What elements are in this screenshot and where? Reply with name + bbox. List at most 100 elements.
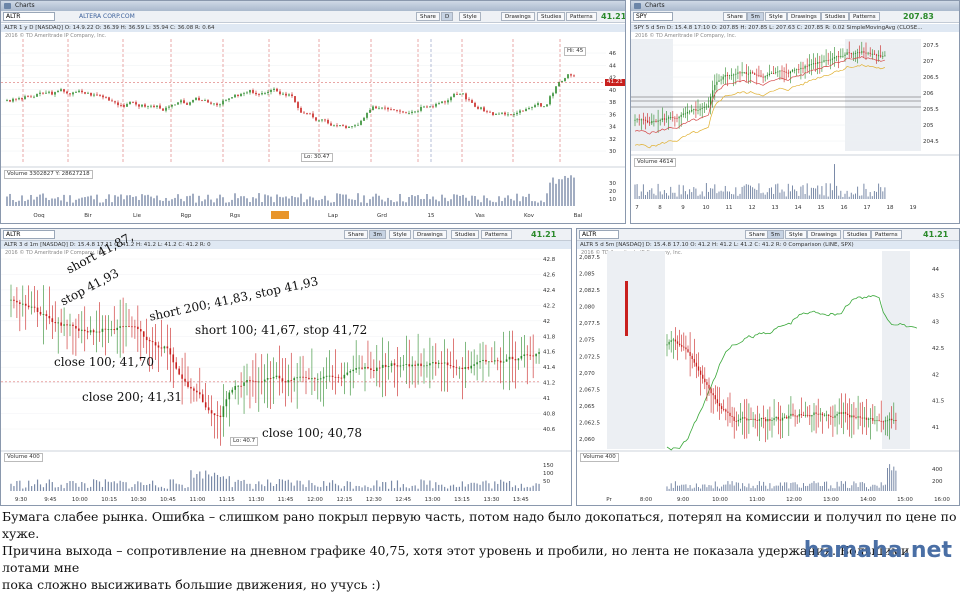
spy-candle (875, 54, 878, 56)
right-y-tick-label: 43 (932, 320, 939, 326)
spy-price-chart[interactable]: 207.5 207 206.5 206 205.5 205 204.5 7 8 9 10 11 12 13… (631, 1, 960, 224)
volume-bar (154, 485, 157, 491)
spy-candle (781, 70, 783, 72)
spy-candle (697, 110, 699, 112)
volume-bar (149, 483, 151, 491)
x-tick-label: 16:00 (934, 497, 950, 503)
premarket-shade (631, 39, 673, 151)
x-tick-label: 8 (658, 205, 662, 211)
daily-candle (312, 113, 314, 118)
volume-bar (823, 195, 825, 199)
volume-bar (507, 195, 509, 206)
volume-bar (567, 177, 569, 206)
volume-bar (848, 196, 850, 199)
volume-bar (417, 488, 419, 491)
x-tick-label: 13:30 (483, 497, 499, 503)
volume-bar (366, 202, 368, 206)
x-tick-label: 12:45 (395, 497, 411, 503)
spy-candle (823, 60, 825, 62)
volume-bar (668, 195, 670, 199)
volume-bar (19, 480, 21, 491)
volume-bar (642, 184, 644, 199)
volume-bar (766, 192, 768, 199)
volume-label: Volume 3302827 Y: 28627218 (4, 170, 93, 179)
volume-bar (857, 487, 859, 491)
volume-bar (676, 196, 678, 199)
altr-5m-candle (836, 413, 838, 416)
altr-5m-candle (865, 417, 868, 420)
volume-bar (357, 193, 359, 206)
volume-bar (868, 488, 870, 491)
volume-bar (869, 192, 871, 199)
daily-candle (72, 92, 74, 95)
altr-5m-candle (681, 345, 683, 347)
volume-bar (320, 487, 322, 491)
volume-bar (802, 185, 804, 199)
volume-bar (213, 202, 215, 206)
volume-bar (393, 488, 396, 491)
spy-candle (634, 119, 636, 121)
volume-bar (845, 481, 846, 491)
volume-bar (712, 488, 714, 491)
volume-bar (534, 201, 536, 206)
daily-candle (237, 94, 239, 96)
volume-bar (798, 195, 800, 199)
volume-bar (174, 197, 176, 206)
spy-candle (798, 68, 800, 70)
minute-candle (86, 331, 89, 333)
volume-bar (444, 197, 446, 206)
volume-bar (51, 482, 53, 491)
altr-5m-candle (735, 420, 737, 422)
volume-bar (311, 482, 313, 491)
volume-bar (727, 481, 729, 491)
volume-bar (531, 201, 533, 206)
volume-bar (314, 485, 316, 491)
volume-bar (794, 189, 796, 199)
volume-bar (6, 196, 8, 206)
altr-5m-candle (666, 344, 668, 346)
daily-candle (246, 92, 248, 94)
volume-bar (131, 487, 133, 491)
altr-5m-candle (676, 341, 679, 344)
volume-bar (423, 480, 425, 491)
daily-candle (486, 111, 488, 113)
volume-bar (393, 202, 395, 206)
daily-candle (279, 91, 281, 95)
minute-candle (201, 394, 204, 403)
volume-bar (414, 196, 416, 206)
altr-5m-candle (857, 416, 859, 418)
volume-bar (48, 200, 50, 206)
x-tick-label: 9:30 (15, 497, 28, 503)
volume-bar (859, 195, 861, 199)
volume-bar (237, 198, 239, 206)
y-tick-label: 204.5 (923, 139, 939, 145)
minute-candle (45, 314, 48, 317)
volume-bar (464, 486, 466, 491)
spy-candle (693, 109, 695, 110)
daily-candle (558, 81, 560, 87)
volume-bar (731, 481, 733, 491)
volume-bar (701, 191, 703, 199)
daily-candle (435, 103, 437, 107)
volume-bar (685, 484, 687, 491)
altr-5m-comparison-chart[interactable]: 2,087.5 2,085 2,082.5 2,080 2,077.5 2,075 2,07… (577, 229, 960, 506)
volume-bar (378, 195, 380, 206)
daily-price-chart[interactable]: 464442403836343230302010OoqBirLieRgpRgsS… (1, 1, 626, 224)
minute-candle (134, 326, 136, 328)
volume-bar (125, 482, 127, 491)
low-label: Lo: 40.7 (230, 437, 259, 446)
volume-bar (364, 485, 366, 491)
volume-bar (99, 202, 101, 206)
volume-bar (699, 194, 701, 199)
volume-bar (447, 201, 449, 206)
volume-bar (168, 200, 170, 206)
volume-bar (358, 486, 360, 491)
altr-5m-candle (746, 418, 748, 421)
altr-5m-candle (807, 414, 809, 416)
volume-bar (66, 482, 68, 491)
spy-candle (865, 52, 867, 54)
minute-candle (435, 362, 437, 364)
daily-candle (228, 98, 230, 100)
altr-5m-candle (710, 388, 712, 394)
volume-bar (102, 202, 104, 206)
